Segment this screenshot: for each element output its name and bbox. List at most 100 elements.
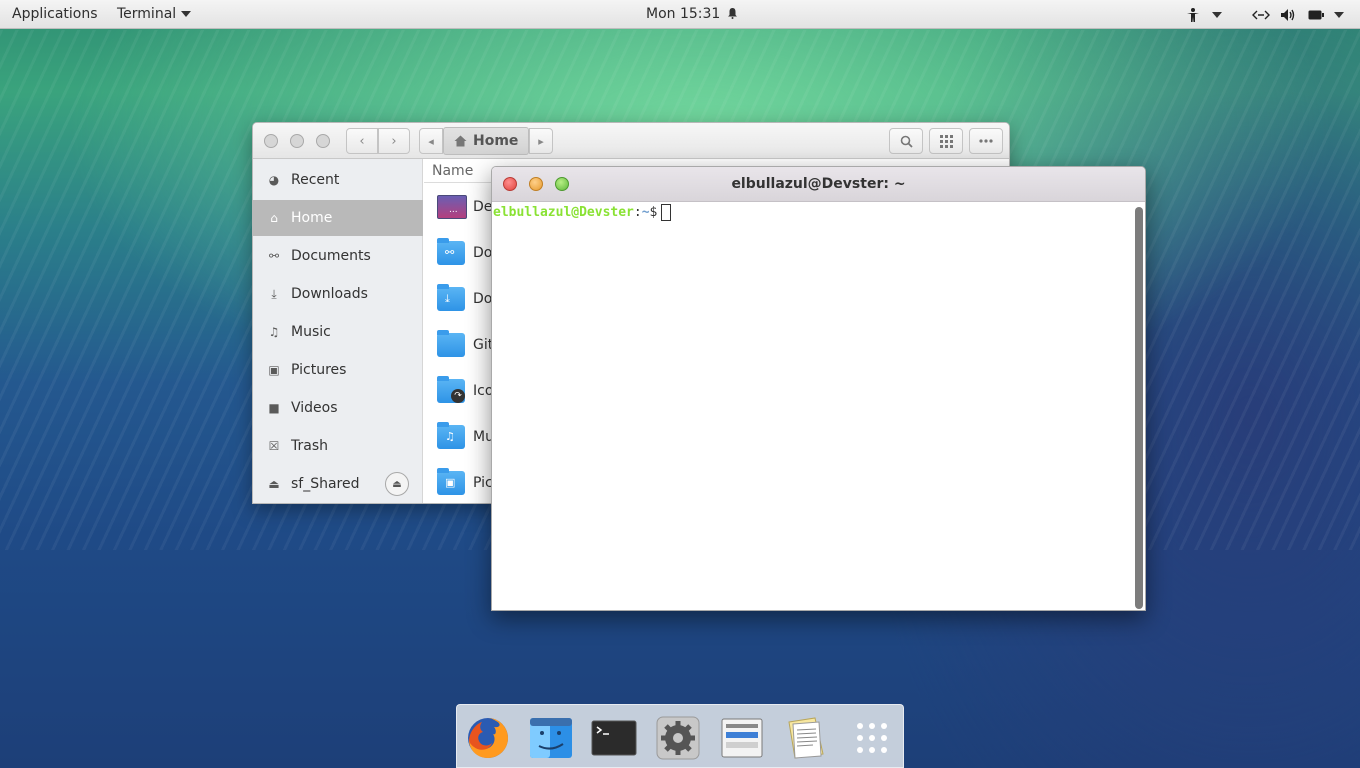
settings-icon <box>656 716 700 760</box>
eject-icon: ⏏ <box>392 478 402 490</box>
folder-icon <box>437 330 465 357</box>
sidebar-item-label: Downloads <box>291 286 368 302</box>
path-left-button[interactable]: ◂ <box>419 128 443 154</box>
forward-button[interactable]: › <box>378 128 410 154</box>
chevron-down-icon <box>1212 11 1222 18</box>
music-icon: ♫ <box>268 325 280 339</box>
sidebar-item-sf-shared[interactable]: ⏏ sf_Shared ⏏ <box>253 466 423 502</box>
video-icon: ■ <box>268 401 280 415</box>
menu-button[interactable] <box>969 128 1003 154</box>
sidebar-item-music[interactable]: ♫ Music <box>253 314 423 350</box>
prompt-dollar: $ <box>649 205 658 220</box>
minimize-button[interactable] <box>290 134 304 148</box>
sidebar-item-label: sf_Shared <box>291 476 360 492</box>
documents-folder-icon: ⚯ <box>437 238 465 265</box>
sidebar-item-home[interactable]: ⌂ Home <box>253 200 423 236</box>
view-grid-button[interactable] <box>929 128 963 154</box>
clock[interactable]: Mon 15:31 <box>646 6 738 23</box>
path-home-button[interactable]: Home <box>443 127 529 155</box>
prompt-colon: : <box>633 205 642 220</box>
link-icon: ⚯ <box>268 249 280 263</box>
eject-button[interactable]: ⏏ <box>385 472 409 496</box>
app-grid-icon <box>857 723 887 753</box>
list-item[interactable]: ▣ Pic <box>437 467 493 499</box>
sidebar-item-recent[interactable]: ◕ Recent <box>253 162 423 198</box>
applications-menu[interactable]: Applications <box>12 6 98 23</box>
desktop-folder-icon: ... <box>437 195 467 219</box>
clock-icon: ◕ <box>268 173 280 187</box>
sidebar-item-label: Videos <box>291 400 338 416</box>
finder-icon <box>530 718 572 758</box>
trash-icon: ☒ <box>268 439 280 453</box>
file-name: Do <box>473 245 493 261</box>
dock-item-text-editor[interactable] <box>783 715 829 761</box>
system-menu[interactable] <box>1252 5 1344 24</box>
downloads-folder-icon: ⤓ <box>437 284 465 311</box>
chevron-down-icon <box>1334 11 1344 18</box>
dock-item-firefox[interactable] <box>465 715 511 761</box>
battery-icon <box>1308 10 1324 19</box>
terminal-titlebar[interactable]: elbullazul@Devster: ~ <box>492 167 1145 202</box>
sidebar-item-label: Recent <box>291 172 340 188</box>
search-button[interactable] <box>889 128 923 154</box>
dock-item-app-grid[interactable] <box>849 715 895 761</box>
bell-icon <box>727 8 737 19</box>
app-menu[interactable]: Terminal <box>117 6 192 23</box>
maximize-button[interactable] <box>316 134 330 148</box>
path-right-button[interactable]: ▸ <box>529 128 553 154</box>
files-headerbar: ‹ › ◂ Home ▸ <box>253 123 1009 159</box>
list-item[interactable]: ⤓ Do <box>437 283 492 315</box>
terminal-window: elbullazul@Devster: ~ elbullazul@Devster… <box>491 166 1146 611</box>
chevron-right-icon: ▸ <box>538 134 544 148</box>
sidebar-item-label: Music <box>291 324 331 340</box>
prompt-path: ~ <box>641 205 650 220</box>
list-item[interactable]: ... De <box>437 191 492 223</box>
sidebar-item-label: Pictures <box>291 362 347 378</box>
more-icon <box>979 139 993 143</box>
sidebar-item-pictures[interactable]: ▣ Pictures <box>253 352 423 388</box>
picture-icon: ▣ <box>268 363 280 377</box>
dock-item-system-monitor[interactable] <box>719 715 765 761</box>
terminal-body[interactable]: elbullazul@Devster:~$ <box>492 203 1145 610</box>
dock-item-terminal[interactable] <box>591 715 637 761</box>
home-icon: ⌂ <box>270 211 278 225</box>
sidebar-item-label: Home <box>291 210 333 226</box>
text-editor-icon <box>788 717 824 759</box>
accessibility-menu[interactable] <box>1186 5 1222 24</box>
dock-item-finder[interactable] <box>528 715 574 761</box>
file-name: Pic <box>473 475 493 491</box>
symlink-folder-icon: ↷ <box>437 376 465 403</box>
chevron-left-icon: ‹ <box>359 133 365 149</box>
list-item[interactable]: ↷ Ico <box>437 375 493 407</box>
sidebar-item-downloads[interactable]: ⤓ Downloads <box>253 276 423 312</box>
chevron-left-icon: ◂ <box>428 134 434 148</box>
pictures-folder-icon: ▣ <box>437 468 465 495</box>
sidebar: ◕ Recent ⌂ Home ⚯ Documents ⤓ Downloads … <box>253 159 423 503</box>
clock-label: Mon 15:31 <box>646 6 721 22</box>
list-item[interactable]: Git <box>437 329 493 361</box>
drive-icon: ⏏ <box>268 477 280 491</box>
scrollbar[interactable] <box>1135 207 1143 609</box>
text-cursor <box>661 204 672 221</box>
dock-item-settings[interactable] <box>655 715 701 761</box>
close-button[interactable] <box>264 134 278 148</box>
chevron-down-icon <box>181 11 192 17</box>
sidebar-item-label: Trash <box>291 438 328 454</box>
download-icon: ⤓ <box>271 286 277 301</box>
sidebar-item-documents[interactable]: ⚯ Documents <box>253 238 423 274</box>
sidebar-item-videos[interactable]: ■ Videos <box>253 390 423 426</box>
file-name: De <box>473 199 493 215</box>
accessibility-icon <box>1187 7 1199 22</box>
sidebar-item-trash[interactable]: ☒ Trash <box>253 428 423 464</box>
volume-icon <box>1281 8 1295 21</box>
home-icon <box>454 135 467 147</box>
network-icon <box>1252 10 1270 19</box>
search-icon <box>900 135 913 148</box>
back-button[interactable]: ‹ <box>346 128 378 154</box>
firefox-icon <box>468 718 508 758</box>
list-item[interactable]: ♫ Mu <box>437 421 494 453</box>
top-panel: Applications Terminal Mon 15:31 <box>0 0 1360 29</box>
list-item[interactable]: ⚯ Do <box>437 237 492 269</box>
dock <box>456 704 904 768</box>
grid-icon <box>939 134 953 148</box>
